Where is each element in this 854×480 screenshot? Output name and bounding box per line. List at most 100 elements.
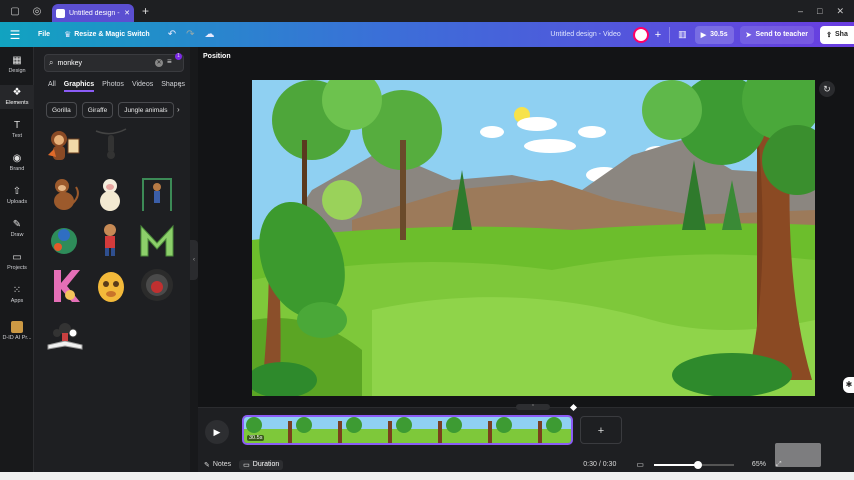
position-button[interactable]: Position <box>203 53 231 60</box>
timeline-resize-handle[interactable]: ⌃ <box>516 404 550 410</box>
monkey-with-sign-graphic[interactable] <box>46 127 84 165</box>
zoom-slider[interactable] <box>653 460 734 469</box>
zoom-slider-fill <box>653 463 698 466</box>
browser-tab[interactable]: Untitled design - V... ✕ <box>52 4 134 22</box>
design-canvas[interactable] <box>252 80 815 396</box>
duration-icon: ▭ <box>243 461 250 469</box>
filter-count-badge: 1 <box>175 53 182 60</box>
maximize-button[interactable]: □ <box>817 6 822 17</box>
projects-icon: ▭ <box>12 252 22 263</box>
close-tab-icon[interactable]: ✕ <box>124 9 130 17</box>
search-input[interactable]: monkey <box>57 60 151 67</box>
chevron-right-icon[interactable]: › <box>179 81 182 90</box>
filter-icon[interactable]: ≡ 1 <box>167 53 182 69</box>
new-tab-button[interactable]: + <box>142 4 149 18</box>
chip-gorilla[interactable]: Gorilla <box>46 102 77 118</box>
add-page-button[interactable]: + <box>580 416 622 444</box>
minimize-button[interactable]: – <box>798 6 803 17</box>
monkey-on-ball-graphic[interactable] <box>46 221 84 259</box>
screen-view-icon[interactable]: ▭ <box>636 460 644 469</box>
rail-item-design[interactable]: ▦ Design <box>0 55 34 74</box>
rail-item-projects[interactable]: ▭ Projects <box>0 252 34 271</box>
playback-time: 0:30 / 0:30 <box>583 461 617 468</box>
send-to-teacher-button[interactable]: ➤ Send to teacher <box>739 25 814 44</box>
resize-magic-switch-button[interactable]: Resize & Magic Switch <box>74 31 149 38</box>
zoom-level[interactable]: 65% <box>752 461 766 468</box>
channel-watermark-logo <box>775 443 821 467</box>
category-tabs: All Graphics Photos Videos Shapes <box>48 81 185 92</box>
rail-item-draw[interactable]: ✎ Draw <box>0 219 34 238</box>
rail-item-label: D-ID AI Pr... <box>2 335 32 341</box>
clip-duration: 30.5s <box>247 435 265 441</box>
tab-videos[interactable]: Videos <box>132 81 153 92</box>
notes-button[interactable]: ✎ Notes <box>204 461 231 469</box>
rail-item-d-id[interactable]: D-ID AI Pr... <box>0 321 34 341</box>
draw-icon: ✎ <box>12 219 22 230</box>
rail-item-elements[interactable]: ❖ Elements <box>0 85 34 109</box>
send-to-teacher-label: Send to teacher <box>755 31 808 38</box>
rail-item-brand[interactable]: ◉ Brand <box>0 153 34 172</box>
notes-label: Notes <box>212 461 232 468</box>
brand-icon: ◉ <box>12 153 22 164</box>
search-icon: ⌕ <box>49 58 54 67</box>
rail-item-text[interactable]: T Text <box>0 120 34 139</box>
white-monkey-graphic[interactable] <box>92 175 130 213</box>
clear-search-icon[interactable]: ✕ <box>155 59 163 67</box>
close-window-button[interactable]: ✕ <box>836 6 844 17</box>
timeline-clip[interactable]: 30.5s <box>242 415 573 445</box>
monkey-on-bars-graphic[interactable] <box>138 175 176 213</box>
hanging-monkey-graphic[interactable] <box>92 127 130 165</box>
redo-icon[interactable]: ↷ <box>186 29 194 40</box>
share-button[interactable]: ⇪ Sha <box>820 25 854 44</box>
zoom-slider-knob[interactable] <box>693 460 702 469</box>
collapse-panel-handle[interactable]: ‹ <box>190 240 198 280</box>
window-controls: – □ ✕ <box>798 6 844 17</box>
chip-jungle-animals[interactable]: Jungle animals <box>118 102 174 118</box>
design-title[interactable]: Untitled design - Video <box>550 31 620 38</box>
share-label: Sha <box>835 31 848 38</box>
file-menu-button[interactable]: File <box>38 31 50 38</box>
add-collaborator-button[interactable]: + <box>655 29 661 41</box>
refresh-icon[interactable]: ↻ <box>819 81 835 97</box>
rail-item-label: Text <box>11 133 23 139</box>
browser-menu-icon[interactable]: ▢ <box>8 4 22 18</box>
present-button[interactable]: ▶ 30.5s <box>694 25 734 44</box>
tab-all[interactable]: All <box>48 81 56 92</box>
browser-title-bar: ▢ ◎ Untitled design - V... ✕ + – □ ✕ <box>0 0 854 22</box>
undo-icon[interactable]: ↶ <box>168 29 176 40</box>
chevron-right-icon[interactable]: › <box>177 105 180 114</box>
browser-workspace-icon[interactable]: ◎ <box>30 4 44 18</box>
letter-k-monkey-graphic[interactable] <box>46 267 84 305</box>
apps-icon: ⁙ <box>12 285 22 296</box>
share-icon: ⇪ <box>826 31 833 39</box>
rail-item-apps[interactable]: ⁙ Apps <box>0 285 34 304</box>
elements-panel: ⌕ monkey ✕ ≡ 1 All Graphics Photos Videos… <box>34 47 190 480</box>
cloud-saved-icon[interactable]: ☁ <box>204 29 214 40</box>
letter-m-monkey-graphic[interactable] <box>138 221 176 259</box>
tab-photos[interactable]: Photos <box>102 81 124 92</box>
side-rail: ▦ Design ❖ Elements T Text ◉ Brand ⇧ Upl… <box>0 47 34 480</box>
play-icon: ▶ <box>700 31 707 39</box>
play-button[interactable]: ▶ <box>205 420 229 444</box>
duration-label: Duration <box>252 461 280 468</box>
tab-graphics[interactable]: Graphics <box>63 81 95 92</box>
chip-giraffe[interactable]: Giraffe <box>81 102 114 118</box>
help-icon[interactable]: ✱ <box>843 377 854 393</box>
editor-toolbar: ☰ File ♛ Resize & Magic Switch ↶ ↷ ☁ Unt… <box>0 22 854 47</box>
gorilla-face-graphic[interactable] <box>138 265 176 303</box>
rail-item-label: Uploads <box>6 199 28 205</box>
os-taskbar <box>0 472 854 480</box>
text-icon: T <box>13 120 21 131</box>
canvas-stage: Position ↻ ✱ <box>198 47 854 407</box>
yellow-monkey-mask-graphic[interactable] <box>92 267 130 305</box>
monkey-on-book-graphic[interactable] <box>46 315 84 353</box>
duration-button[interactable]: ▭ Duration <box>239 459 284 470</box>
browser-tab-title: Untitled design - V... <box>69 9 120 17</box>
monkey-in-red-graphic[interactable] <box>92 221 130 259</box>
rail-item-uploads[interactable]: ⇧ Uploads <box>0 186 34 205</box>
menu-icon[interactable]: ☰ <box>0 28 30 42</box>
sitting-monkey-graphic[interactable] <box>46 175 84 213</box>
insights-chart-icon[interactable]: ▥ <box>678 29 687 40</box>
present-duration: 30.5s <box>710 31 728 38</box>
avatar[interactable] <box>632 26 649 43</box>
